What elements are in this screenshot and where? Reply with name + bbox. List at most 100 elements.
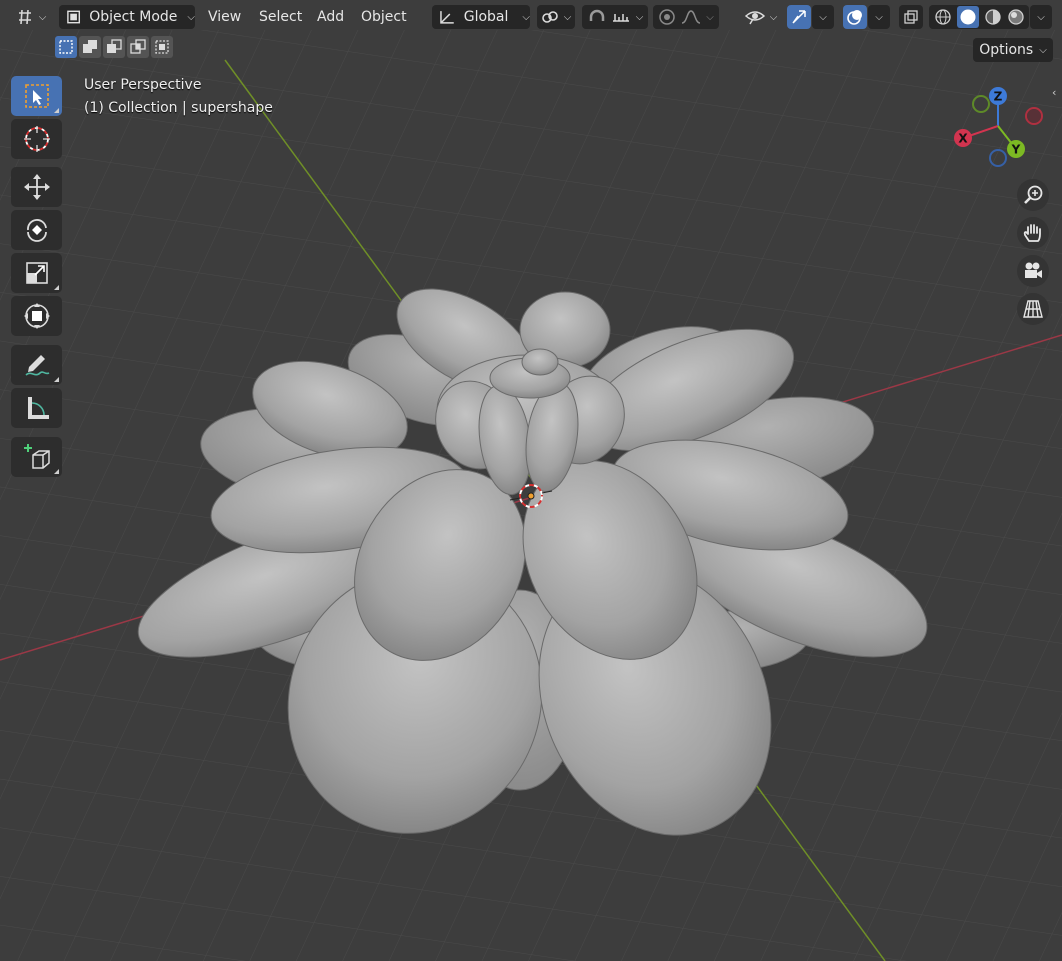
mode-label: Object Mode: [89, 9, 178, 25]
select-intersect-icon: [155, 40, 169, 54]
perspective-toggle-button[interactable]: [1017, 293, 1049, 325]
select-box-icon: [24, 84, 49, 108]
eye-icon: [744, 11, 765, 25]
chevron-down-icon: ⌵: [819, 11, 827, 23]
overlays-toggle[interactable]: [843, 5, 867, 29]
chevron-down-icon: ⌵: [635, 11, 644, 23]
material-preview-icon[interactable]: [984, 8, 1002, 26]
menu-select[interactable]: Select: [253, 5, 308, 29]
select-new-icon: [59, 40, 73, 54]
gizmo-icon: [792, 10, 806, 24]
solid-shading-button[interactable]: [956, 6, 979, 28]
tool-add-cube[interactable]: [11, 437, 62, 477]
chevron-down-icon: ⌵: [522, 11, 530, 23]
chevron-down-icon: ⌵: [187, 11, 195, 23]
visibility-dropdown[interactable]: ⌵: [743, 5, 779, 29]
viewport-scene[interactable]: [0, 0, 1062, 961]
falloff-curve-icon: [681, 10, 701, 24]
menu-add[interactable]: Add: [311, 5, 350, 29]
menu-object[interactable]: Object: [355, 5, 413, 29]
y-axis-label: Y: [1011, 143, 1021, 157]
snap-increment-icon: [612, 14, 629, 22]
camera-view-button[interactable]: [1017, 255, 1049, 287]
select-subtract-icon: [107, 39, 122, 53]
rotate-icon: [26, 219, 47, 242]
tool-annotate[interactable]: [11, 345, 62, 385]
gizmo-dropdown[interactable]: ⌵: [812, 5, 834, 29]
tool-rotate[interactable]: [11, 210, 62, 250]
xray-toggle[interactable]: [899, 5, 923, 29]
proportional-edit-group[interactable]: ⌵: [653, 5, 719, 29]
shading-dropdown[interactable]: ⌵: [1030, 5, 1052, 29]
snap-magnet-icon: [589, 9, 604, 21]
shading-mode-group[interactable]: [929, 5, 1029, 29]
tool-options-corner-icon: [54, 108, 59, 113]
options-dropdown[interactable]: Options ⌵: [973, 38, 1053, 62]
collection-info-text: (1) Collection | supershape: [84, 100, 273, 116]
move-icon: [23, 174, 50, 200]
add-cube-icon: [23, 444, 50, 469]
select-difference-icon: [130, 39, 146, 54]
mode-dropdown[interactable]: Object Mode ⌵: [59, 5, 195, 29]
z-axis-label: Z: [994, 90, 1003, 104]
gizmo-toggle[interactable]: [787, 5, 811, 29]
menu-view[interactable]: View: [202, 5, 247, 29]
overlays-icon: [847, 10, 862, 25]
neg-z-axis-icon[interactable]: [989, 149, 1007, 167]
transform-icon: [23, 303, 50, 329]
pan-button[interactable]: [1017, 217, 1049, 249]
camera-icon: [1025, 262, 1042, 278]
x-axis-icon[interactable]: X: [954, 129, 972, 147]
orientation-icon: [440, 11, 454, 24]
orientation-label: Global: [463, 9, 509, 25]
sidebar-toggle-icon[interactable]: ‹: [1052, 86, 1056, 99]
tool-scale[interactable]: [11, 253, 62, 293]
select-subtract-button[interactable]: [103, 36, 125, 58]
chevron-down-icon: ⌵: [38, 11, 47, 23]
viewport-header: ⌵ Object Mode ⌵ View Select Add Object G…: [0, 0, 1062, 34]
tool-options-corner-icon: [54, 285, 59, 290]
select-extend-button[interactable]: [79, 36, 101, 58]
solid-shading-icon: [960, 9, 975, 25]
zoom-icon: [1024, 185, 1043, 204]
tool-move[interactable]: [11, 167, 62, 207]
chevron-down-icon: ⌵: [706, 11, 714, 23]
select-intersect-button[interactable]: [151, 36, 173, 58]
select-new-button[interactable]: [55, 36, 77, 58]
tool-options-corner-icon: [54, 377, 59, 382]
tool-measure[interactable]: [11, 388, 62, 428]
measure-icon: [27, 397, 49, 419]
grid-perspective-icon: [1023, 300, 1043, 318]
3d-viewport[interactable]: ⌵ Object Mode ⌵ View Select Add Object G…: [0, 0, 1062, 961]
cursor-tool-icon: [23, 126, 50, 152]
annotate-icon: [24, 355, 49, 376]
rendered-shading-icon[interactable]: [1007, 8, 1025, 26]
transform-orientation-dropdown[interactable]: Global ⌵: [432, 5, 530, 29]
chevron-down-icon: ⌵: [1039, 44, 1047, 56]
chevron-down-icon: ⌵: [1037, 11, 1045, 23]
xray-icon: [904, 10, 918, 24]
tool-cursor[interactable]: [11, 119, 62, 159]
tool-transform[interactable]: [11, 296, 62, 336]
chevron-down-icon: ⌵: [769, 11, 778, 23]
navigation-gizmo[interactable]: Z X Y: [948, 82, 1048, 172]
link-icon: [541, 11, 558, 23]
y-axis-icon[interactable]: Y: [1007, 140, 1025, 158]
overlays-dropdown[interactable]: ⌵: [868, 5, 890, 29]
zoom-button[interactable]: [1017, 179, 1049, 211]
scale-icon: [25, 262, 48, 284]
neg-y-axis-icon[interactable]: [972, 95, 990, 113]
chevron-down-icon: ⌵: [563, 11, 572, 23]
select-extend-icon: [83, 40, 97, 53]
select-difference-button[interactable]: [127, 36, 149, 58]
z-axis-icon[interactable]: Z: [989, 87, 1007, 105]
wireframe-shading-icon[interactable]: [934, 8, 952, 26]
tool-select-box[interactable]: [11, 76, 62, 116]
tool-options-corner-icon: [54, 469, 59, 474]
pivot-point-dropdown[interactable]: ⌵: [537, 5, 575, 29]
options-label: Options: [979, 42, 1034, 58]
snapping-group[interactable]: ⌵: [582, 5, 648, 29]
proportional-edit-icon: [659, 9, 675, 25]
chevron-down-icon: ⌵: [875, 11, 883, 23]
editor-type-button[interactable]: ⌵: [12, 5, 50, 29]
